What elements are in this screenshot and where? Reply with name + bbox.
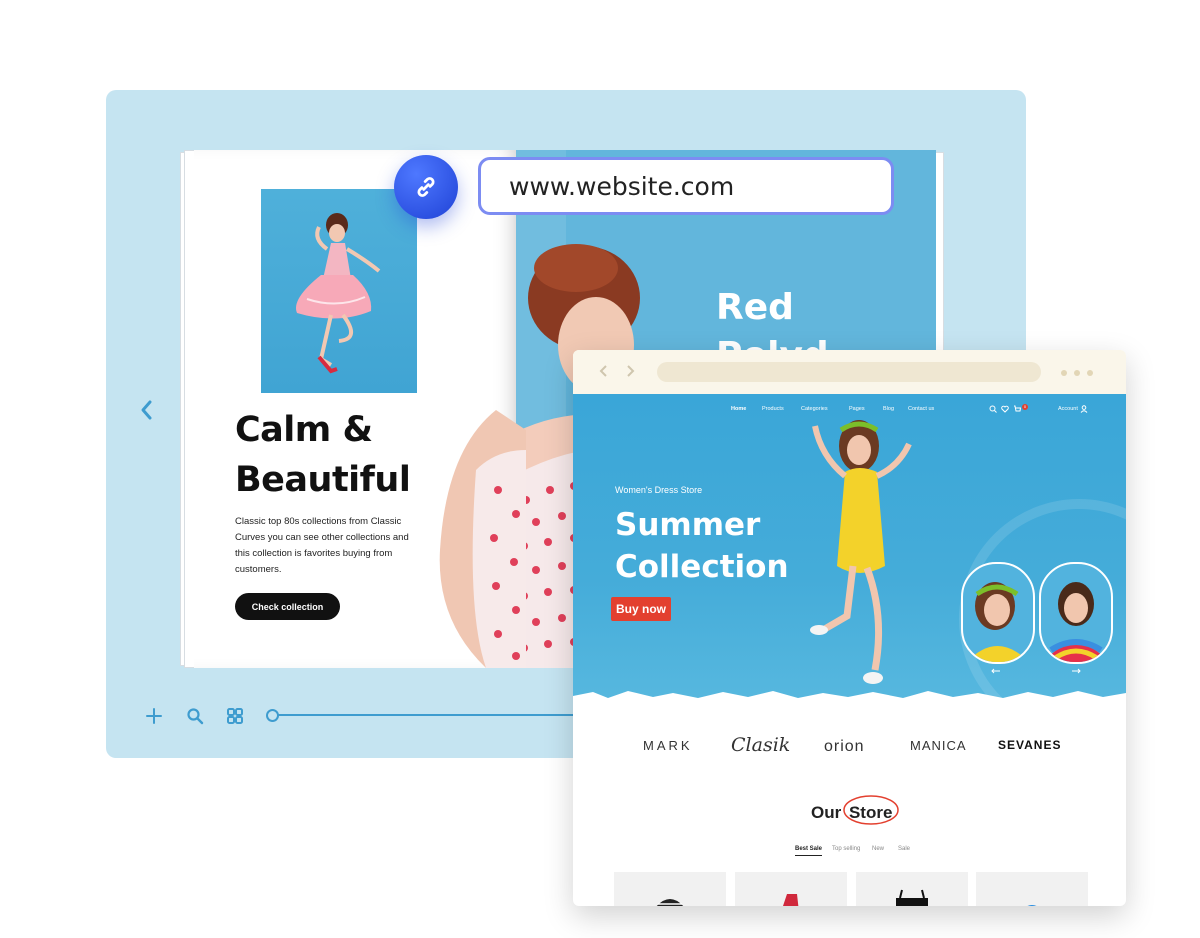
nav-blog[interactable]: Blog xyxy=(883,406,894,412)
hero-model-image xyxy=(810,420,912,684)
back-icon[interactable] xyxy=(599,364,609,378)
book-headline-line2: Beautiful xyxy=(235,460,411,500)
link-icon xyxy=(417,177,435,197)
link-button[interactable] xyxy=(394,155,458,219)
menu-dot xyxy=(1087,370,1093,376)
check-collection-button[interactable]: Check collection xyxy=(235,593,340,620)
circle-highlight xyxy=(843,795,899,825)
user-icon[interactable] xyxy=(1080,405,1088,413)
store-section-title: Our Store xyxy=(811,795,899,825)
heart-icon[interactable] xyxy=(1001,405,1009,413)
url-field[interactable]: www.website.com xyxy=(478,157,894,215)
buy-now-button[interactable]: Buy now xyxy=(611,597,671,621)
book-headline-line1: Calm & xyxy=(235,410,373,450)
brand-orion: orion xyxy=(824,738,865,755)
cart-count-badge: 0 xyxy=(1022,404,1028,410)
page-slider-track[interactable] xyxy=(277,714,577,716)
nav-products[interactable]: Products xyxy=(762,406,784,412)
hero-banner: Home Products Categories Pages Blog Cont… xyxy=(573,394,1126,704)
brand-manica: MANICA xyxy=(910,738,967,753)
menu-dot xyxy=(1074,370,1080,376)
store-title-our: Our xyxy=(811,803,842,822)
arrow-left-icon[interactable] xyxy=(991,668,1001,674)
book-headline: Calm & Beautiful xyxy=(235,405,505,505)
torn-edge-divider xyxy=(573,691,1126,704)
pinup-model-photo xyxy=(261,189,417,393)
browser-toolbar xyxy=(573,350,1126,394)
right-page-title-line1: Red xyxy=(716,287,794,328)
nav-categories[interactable]: Categories xyxy=(801,406,828,412)
thumbnail-yellow-model[interactable] xyxy=(961,562,1035,664)
nav-pages[interactable]: Pages xyxy=(849,406,865,412)
product-card[interactable] xyxy=(856,872,968,906)
chevron-left-icon[interactable] xyxy=(136,396,156,424)
plus-icon[interactable] xyxy=(143,705,165,727)
menu-dot xyxy=(1061,370,1067,376)
cart-icon[interactable] xyxy=(1013,405,1021,413)
tab-best-sale[interactable]: Best Sale xyxy=(795,846,823,856)
brand-clasik: Clasik xyxy=(731,734,791,756)
brand-sevanes: SEVANES xyxy=(998,738,1062,752)
url-text: www.website.com xyxy=(509,171,735,201)
arrow-right-icon[interactable] xyxy=(1071,668,1081,674)
nav-contact[interactable]: Contact us xyxy=(908,406,934,412)
grid-icon[interactable] xyxy=(224,705,246,727)
search-icon[interactable] xyxy=(184,705,206,727)
hero-tagline: Women's Dress Store xyxy=(615,485,703,495)
book-body-text: Classic top 80s collections from Classic… xyxy=(235,516,409,575)
product-card[interactable] xyxy=(614,872,726,906)
brand-mark: MARK xyxy=(643,738,693,753)
tab-top-selling[interactable]: Top selling xyxy=(832,846,860,852)
tab-sale[interactable]: Sale xyxy=(898,846,910,852)
browser-address-bar[interactable] xyxy=(657,362,1041,382)
product-card[interactable] xyxy=(976,872,1088,906)
thumbnail-rainbow-model[interactable] xyxy=(1039,562,1113,664)
tab-new[interactable]: New xyxy=(872,846,884,852)
product-card[interactable] xyxy=(735,872,847,906)
browser-window: Home Products Categories Pages Blog Cont… xyxy=(573,350,1126,906)
page-slider-handle[interactable] xyxy=(266,709,279,722)
store-title-store: Store xyxy=(843,795,899,825)
search-icon[interactable] xyxy=(989,405,997,413)
nav-account[interactable]: Account xyxy=(1058,406,1078,412)
forward-icon[interactable] xyxy=(625,364,635,378)
nav-home[interactable]: Home xyxy=(731,406,746,412)
